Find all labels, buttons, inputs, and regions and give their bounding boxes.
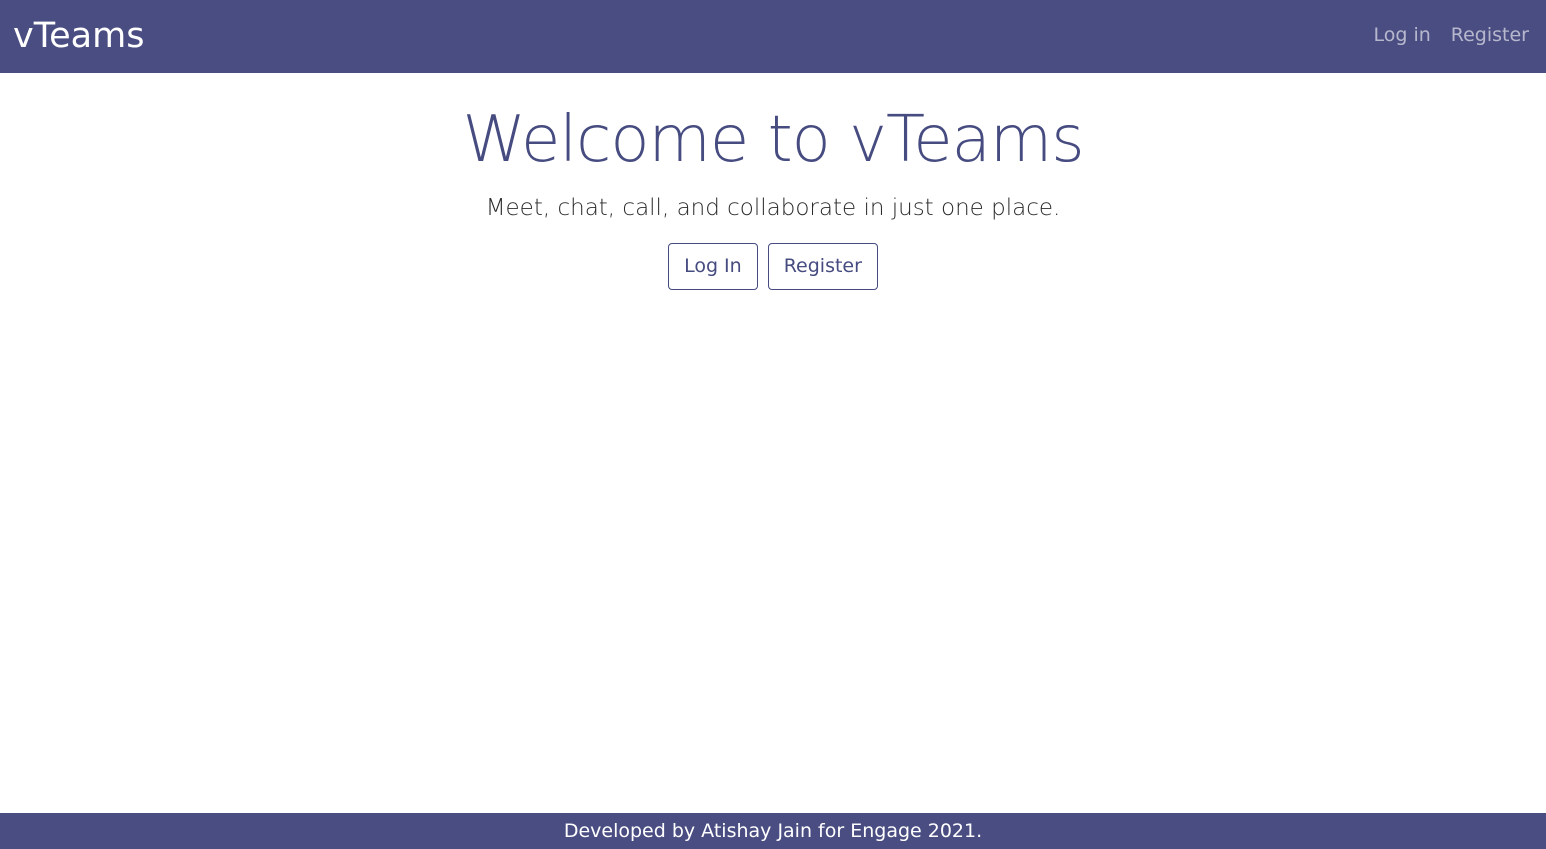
nav-links: Log in Register	[1373, 22, 1529, 48]
brand-logo-link[interactable]: vTeams	[13, 14, 144, 58]
footer-text: Developed by Atishay Jain for Engage 202…	[563, 820, 983, 842]
login-button[interactable]: Log In	[668, 243, 758, 290]
navbar: vTeams Log in Register	[0, 0, 1546, 73]
nav-register-link[interactable]: Register	[1451, 22, 1529, 48]
hero-buttons: Log In Register	[0, 243, 1546, 290]
footer: Developed by Atishay Jain for Engage 202…	[0, 813, 1546, 849]
hero-section: Welcome to vTeams Meet, chat, call, and …	[0, 100, 1546, 290]
page-subtitle: Meet, chat, call, and collaborate in jus…	[485, 195, 1061, 221]
nav-login-link[interactable]: Log in	[1373, 22, 1430, 48]
register-button[interactable]: Register	[767, 243, 878, 290]
page-title: Welcome to vTeams	[462, 103, 1084, 177]
